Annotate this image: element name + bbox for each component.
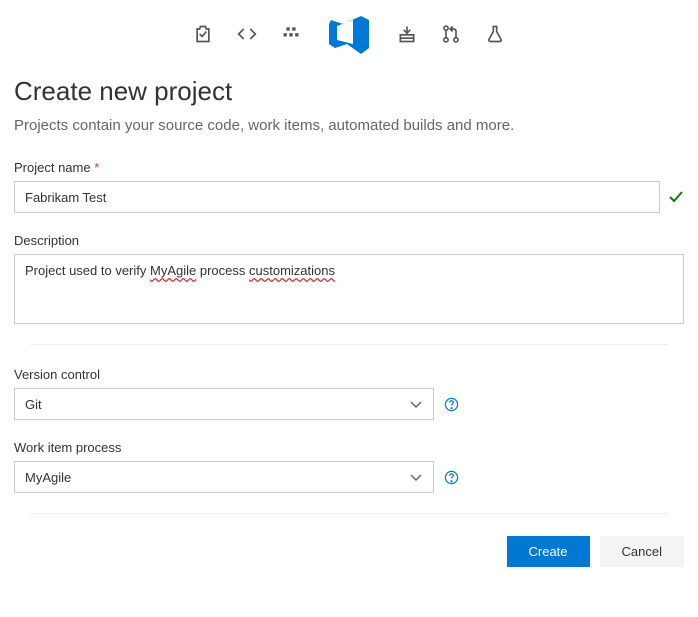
create-button[interactable]: Create	[507, 536, 590, 567]
code-icon[interactable]	[237, 24, 257, 44]
build-icon[interactable]	[397, 24, 417, 44]
toolbar	[14, 10, 684, 58]
help-icon[interactable]	[444, 470, 459, 485]
version-control-value: Git	[25, 397, 42, 412]
page-title: Create new project	[14, 76, 684, 107]
pull-request-icon[interactable]	[441, 24, 461, 44]
action-bar: Create Cancel	[14, 536, 684, 567]
package-icon[interactable]	[281, 24, 301, 44]
description-label: Description	[14, 233, 684, 248]
work-item-process-value: MyAgile	[25, 470, 71, 485]
divider	[30, 513, 668, 514]
cancel-button[interactable]: Cancel	[600, 536, 684, 567]
project-name-label-text: Project name	[14, 160, 91, 175]
description-input[interactable]: Project used to verify MyAgile process c…	[14, 254, 684, 324]
work-item-process-label: Work item process	[14, 440, 684, 455]
version-control-label: Version control	[14, 367, 684, 382]
required-mark: *	[94, 160, 99, 175]
project-name-label: Project name *	[14, 160, 684, 175]
help-icon[interactable]	[444, 397, 459, 412]
page-subtitle: Projects contain your source code, work …	[14, 117, 684, 134]
work-item-process-field: Work item process MyAgile	[14, 440, 684, 493]
chevron-down-icon	[409, 397, 423, 411]
check-icon	[668, 189, 684, 205]
version-control-field: Version control Git	[14, 367, 684, 420]
project-name-field: Project name *	[14, 160, 684, 213]
version-control-select[interactable]: Git	[14, 388, 434, 420]
work-item-process-select[interactable]: MyAgile	[14, 461, 434, 493]
test-icon[interactable]	[485, 24, 505, 44]
description-field: Description Project used to verify MyAgi…	[14, 233, 684, 324]
work-items-icon[interactable]	[193, 24, 213, 44]
chevron-down-icon	[409, 470, 423, 484]
divider	[30, 344, 668, 345]
project-name-input[interactable]	[14, 181, 660, 213]
azure-devops-logo-icon	[325, 10, 373, 58]
